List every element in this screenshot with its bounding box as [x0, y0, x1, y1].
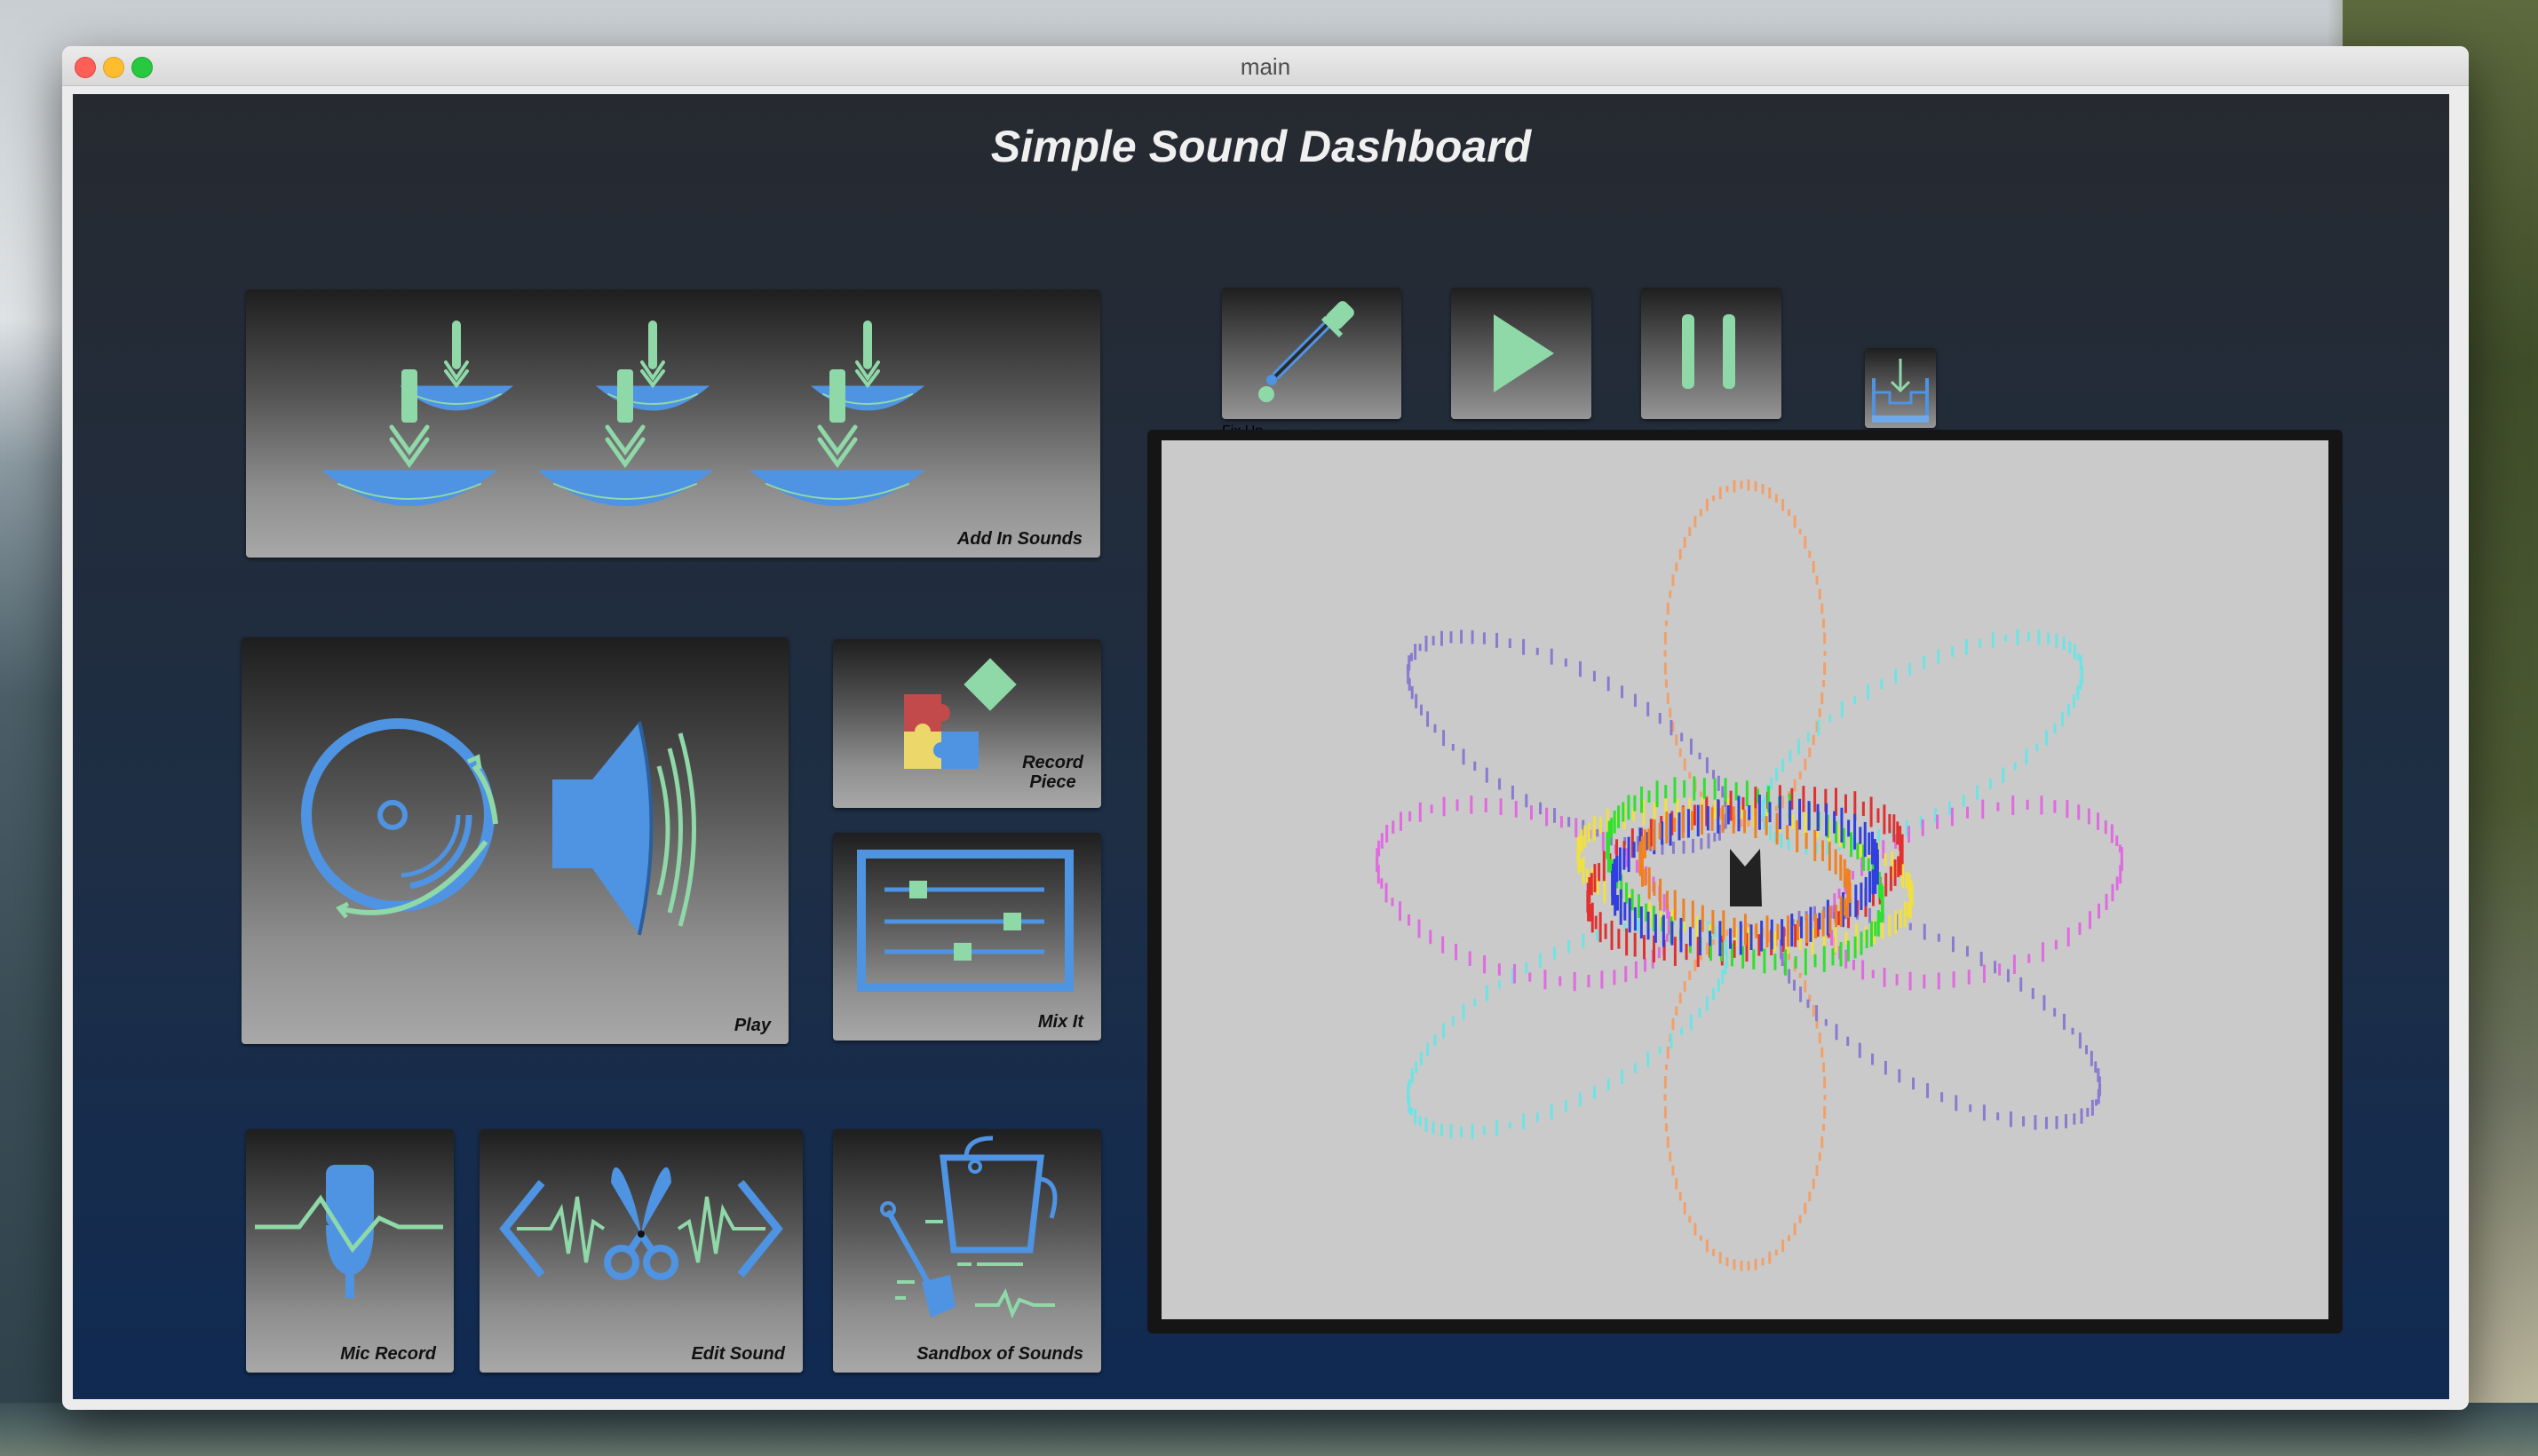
sandbox-button[interactable]: Sandbox of Sounds: [833, 1129, 1101, 1373]
sandbox-label: Sandbox of Sounds: [916, 1344, 1083, 1364]
record-piece-label: Record Piece: [1022, 753, 1083, 792]
fix-up-button[interactable]: Fix Up: [1222, 288, 1401, 439]
window-titlebar[interactable]: main: [62, 46, 2469, 86]
scissors-waveform-icon: [499, 1167, 783, 1280]
eyedropper-icon: [1258, 301, 1354, 402]
mix-it-label: Mix It: [1037, 1012, 1083, 1032]
app-window: main Simple Sound Dashboard Add In Sound…: [62, 46, 2469, 1410]
speaker-icon: [552, 721, 696, 936]
record-piece-label-line1: Record: [1022, 753, 1083, 772]
add-sounds-button[interactable]: Add In Sounds: [246, 289, 1100, 558]
mixer-sliders-icon: [857, 850, 1074, 992]
mic-record-button[interactable]: Mic Record: [246, 1129, 454, 1373]
add-sounds-label: Add In Sounds: [956, 529, 1083, 549]
record-piece-button[interactable]: Record Piece: [833, 639, 1101, 808]
edit-sound-button[interactable]: Edit Sound: [480, 1129, 803, 1373]
window-title: main: [1240, 53, 1291, 80]
mix-it-button[interactable]: Mix It: [833, 833, 1101, 1041]
play-label: Play: [734, 1016, 771, 1035]
sandbox-bucket-icon: [880, 1136, 1058, 1319]
visualizer-center: [1730, 849, 1762, 906]
save-button[interactable]: [1865, 348, 1936, 428]
visualizer-ring: [1663, 922, 1827, 1271]
visualizer-frame: [1147, 430, 2343, 1333]
microphone-wave-icon: [255, 1165, 443, 1298]
play-sound-button[interactable]: Play: [242, 637, 789, 1044]
visualizer-ring: [1779, 905, 2102, 1130]
mic-record-label: Mic Record: [340, 1344, 436, 1364]
record-piece-label-line2: Piece: [1029, 772, 1076, 792]
visualizer-graphic: [1376, 479, 2123, 1271]
save-download-icon: [1872, 359, 1929, 423]
pause-button[interactable]: [1641, 288, 1781, 419]
play-button[interactable]: [1451, 288, 1591, 419]
edit-sound-label: Edit Sound: [691, 1344, 785, 1364]
import-bowls-icon: [321, 320, 926, 506]
sound-visualizer[interactable]: [1162, 440, 2328, 1319]
page-title: Simple Sound Dashboard: [990, 122, 1532, 171]
visualizer-ring: [1663, 479, 1827, 827]
play-tile-art: [301, 718, 696, 936]
pause-icon: [1682, 314, 1735, 389]
vinyl-disc-icon: [301, 718, 498, 919]
play-icon: [1494, 314, 1554, 392]
desktop-sea: [0, 1403, 2538, 1456]
dashboard: Simple Sound Dashboard Add In Sounds Pla…: [73, 94, 2449, 1399]
